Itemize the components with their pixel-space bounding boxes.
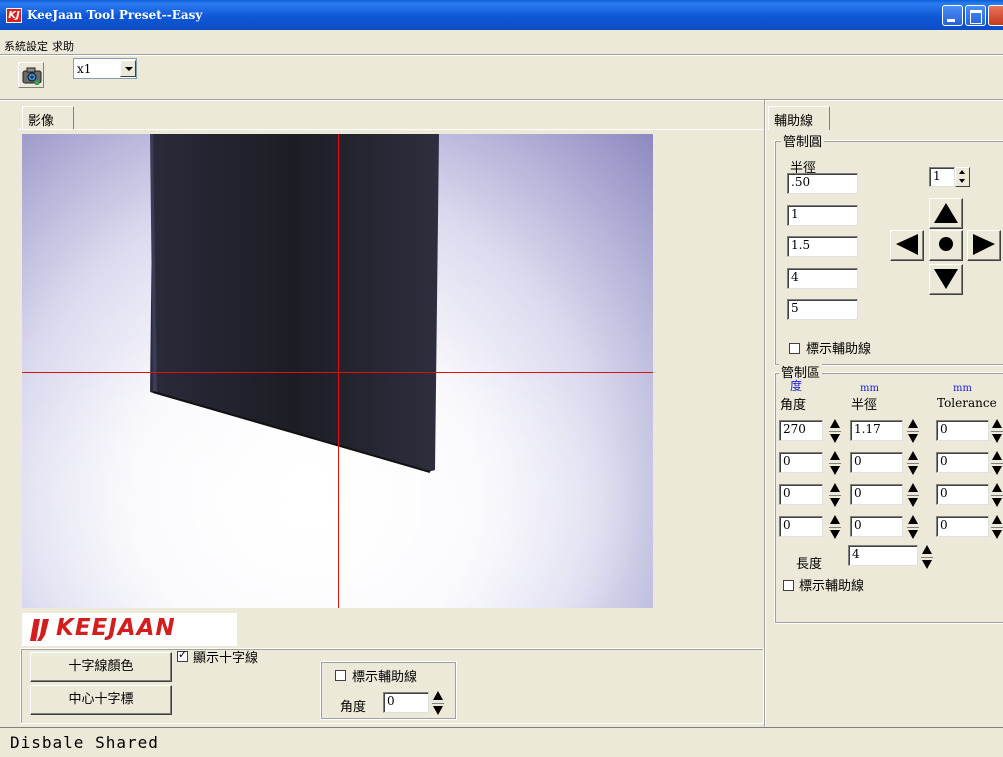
zone-show-guides-label: 標示輔助線 — [799, 579, 865, 594]
move-left-button[interactable] — [890, 230, 924, 261]
radius-input-1[interactable]: .50 — [787, 173, 858, 194]
center-crosshair-label: 中心十字標 — [68, 692, 134, 707]
step-spinner[interactable] — [955, 167, 970, 187]
center-button[interactable] — [929, 230, 963, 261]
window-title: KeeJaan Tool Preset--Easy — [27, 8, 203, 22]
zoom-value: x1 — [77, 62, 92, 76]
camera-image-view[interactable] — [22, 134, 653, 608]
show-crosshair-checkbox[interactable] — [177, 648, 188, 662]
bottom-angle-spinner[interactable] — [432, 689, 444, 719]
circle-show-guides-label: 標示輔助線 — [806, 342, 872, 357]
tab-image[interactable]: 影像 — [22, 106, 74, 130]
minimize-icon[interactable] — [942, 5, 963, 26]
tab-guides-label: 輔助線 — [774, 114, 814, 129]
zone-angle-spinner-3[interactable] — [829, 481, 841, 511]
zone-angle-spinner-4[interactable] — [829, 513, 841, 543]
radius-input-5[interactable]: 5 — [787, 299, 858, 320]
chevron-down-icon[interactable] — [120, 60, 136, 77]
bottom-angle-input[interactable]: 0 — [383, 692, 429, 713]
menu-system-settings[interactable]: 系統設定 — [4, 38, 48, 54]
move-down-button[interactable] — [929, 264, 963, 295]
arrow-right-icon — [973, 234, 995, 255]
radius-input-3[interactable]: 1.5 — [787, 236, 858, 257]
zone-tolerance-spinner-2[interactable] — [991, 449, 1003, 479]
tab-baseline — [18, 129, 764, 130]
zone-show-guides-checkbox[interactable] — [783, 580, 794, 591]
angle-header: 角度 — [780, 398, 807, 413]
tab-image-label: 影像 — [28, 114, 55, 129]
control-circle-title: 管制圓 — [781, 131, 825, 150]
zone-tolerance-spinner-4[interactable] — [991, 513, 1003, 543]
arrow-left-icon — [896, 234, 918, 255]
move-right-button[interactable] — [967, 230, 1001, 261]
center-dot-icon — [939, 237, 953, 251]
zoom-dropdown[interactable]: x1 — [73, 58, 137, 79]
radius-input-2[interactable]: 1 — [787, 205, 858, 226]
zone-angle-input-4[interactable]: 0 — [779, 516, 823, 537]
zone-angle-spinner-2[interactable] — [829, 449, 841, 479]
length-spinner[interactable] — [921, 543, 933, 573]
step-input[interactable]: 1 — [929, 167, 955, 187]
panel-divider — [764, 100, 766, 727]
bottom-angle-label: 角度 — [340, 700, 367, 715]
camera-button[interactable] — [18, 62, 44, 88]
degree-unit: 度 — [790, 379, 803, 393]
radius-header: 半徑 — [851, 398, 878, 413]
length-label: 長度 — [796, 557, 823, 572]
circle-show-guides-checkbox[interactable] — [789, 343, 800, 354]
bottom-show-guides-label: 標示輔助線 — [352, 670, 418, 685]
maximize-icon[interactable] — [965, 5, 986, 26]
zone-radius-spinner-1[interactable] — [907, 417, 919, 447]
zone-tolerance-input-4[interactable]: 0 — [936, 516, 989, 537]
tolerance-unit: mm — [953, 383, 972, 394]
status-text: Disbale Shared — [10, 733, 159, 752]
menu-bar: 系統設定 求助 — [0, 30, 1003, 54]
radius-unit: mm — [860, 383, 879, 394]
close-icon[interactable] — [988, 5, 1003, 26]
zone-angle-input-1[interactable]: 270 — [779, 420, 823, 441]
crosshair-color-label: 十字線顏色 — [68, 659, 134, 674]
crosshair-vertical-line — [338, 134, 339, 608]
tolerance-header: Tolerance — [937, 396, 997, 410]
arrow-down-icon — [934, 269, 958, 289]
zone-angle-input-2[interactable]: 0 — [779, 452, 823, 473]
tab-guides[interactable]: 輔助線 — [768, 106, 830, 130]
move-up-button[interactable] — [929, 198, 963, 229]
zone-tolerance-input-3[interactable]: 0 — [936, 484, 989, 505]
camera-icon — [22, 67, 42, 85]
crosshair-horizontal-line — [22, 372, 653, 373]
radius-input-4[interactable]: 4 — [787, 268, 858, 289]
zone-tolerance-spinner-3[interactable] — [991, 481, 1003, 511]
app-logo-icon: KJ — [6, 8, 22, 23]
zone-radius-input-2[interactable]: 0 — [850, 452, 903, 473]
zone-radius-input-3[interactable]: 0 — [850, 484, 903, 505]
menu-help[interactable]: 求助 — [52, 38, 74, 54]
zone-tolerance-input-1[interactable]: 0 — [936, 420, 989, 441]
zone-angle-spinner-1[interactable] — [829, 417, 841, 447]
length-input[interactable]: 4 — [848, 545, 918, 566]
show-crosshair-label: 顯示十字線 — [193, 651, 259, 666]
zone-radius-spinner-2[interactable] — [907, 449, 919, 479]
menu-divider — [0, 54, 1003, 56]
keejaan-logo: KEEJAAN — [22, 613, 237, 646]
zone-angle-input-3[interactable]: 0 — [779, 484, 823, 505]
zone-radius-spinner-3[interactable] — [907, 481, 919, 511]
toolbar-divider — [0, 99, 1003, 101]
status-bar: Disbale Shared — [0, 727, 1003, 757]
center-crosshair-button[interactable]: 中心十字標 — [30, 685, 172, 715]
keejaan-logo-icon — [30, 619, 49, 641]
zone-radius-input-4[interactable]: 0 — [850, 516, 903, 537]
zone-radius-spinner-4[interactable] — [907, 513, 919, 543]
arrow-up-icon — [934, 203, 958, 223]
logo-wordmark: KEEJAAN — [56, 615, 176, 641]
bottom-show-guides-checkbox[interactable] — [335, 670, 346, 681]
title-bar: KJ KeeJaan Tool Preset--Easy — [0, 0, 1003, 30]
crosshair-color-button[interactable]: 十字線顏色 — [30, 652, 172, 682]
zone-tolerance-input-2[interactable]: 0 — [936, 452, 989, 473]
zone-radius-input-1[interactable]: 1.17 — [850, 420, 903, 441]
zone-tolerance-spinner-1[interactable] — [991, 417, 1003, 447]
